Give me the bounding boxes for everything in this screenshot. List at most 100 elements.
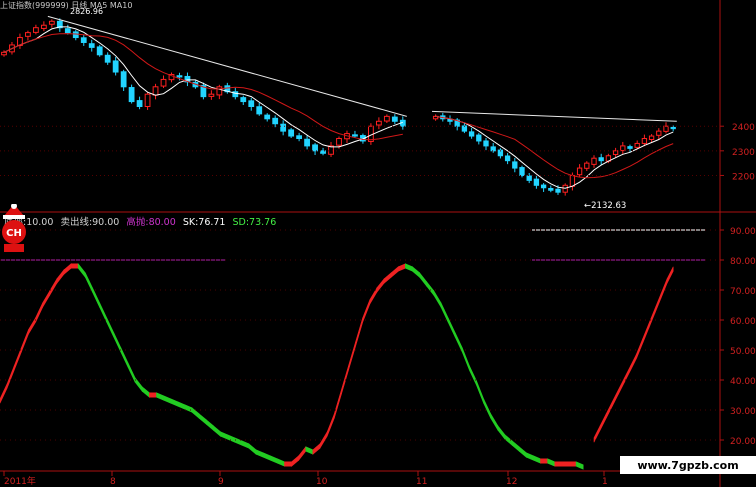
sk-falling-segment [241,440,250,449]
sk-falling-segment [99,302,107,323]
sk-rising-segment [554,461,563,467]
sk-rising-segment [13,347,22,371]
x-tick-label: 8 [110,477,116,487]
sk-falling-segment [106,317,115,338]
ind-tick-label: 60.00 [730,317,756,327]
ind-tick-label: 40.00 [730,377,756,387]
sk-rising-segment [319,430,328,450]
sk-rising-segment [56,268,65,285]
candle-body [663,125,669,132]
sk-falling-segment [497,424,506,441]
candle-body [272,117,279,125]
price-tick-label: 2200 [732,172,755,182]
sk-rising-segment [6,365,15,389]
sk-falling-segment [255,449,264,458]
ind-tick-label: 20.00 [730,437,756,447]
chart-canvas: 2826.96←2132.63 2400 2300 2200 90.00 80.00 70… [0,0,756,487]
legend-high-sell: 高抛:80.00 [126,217,176,228]
sk-rising-segment [618,377,625,395]
candle-body [656,130,662,136]
chart-window: 2826.96 ←2132.63 2400 2300 2200 90.00 80.00 70… [0,0,756,487]
candle-body [612,150,619,156]
sk-rising-segment [284,461,292,467]
sk-rising-segment [362,299,371,323]
sk-falling-segment [469,365,477,386]
sk-falling-segment [476,380,484,404]
ind-tick-label: 50.00 [730,347,756,357]
candle-body [25,32,31,37]
candle-body [648,135,655,140]
sk-falling-segment [533,455,541,464]
sk-falling-segment [248,443,257,455]
indicator-legend: 底部:10.00 卖出线:90.00 高抛:80.00 SK:76.71 SD:… [4,214,280,228]
sk-rising-segment [660,278,668,299]
candle-body [576,167,583,176]
candle-body [240,97,247,103]
candle-body [96,46,103,56]
sk-falling-segment [511,440,520,452]
candle-body [641,138,648,144]
legend-sd: SD:73.76 [232,217,277,228]
candle-body [40,24,47,29]
sk-falling-segment [412,266,420,278]
sk-rising-segment [42,289,51,309]
candle-body [256,106,263,115]
candle-body [383,115,390,122]
x-tick-label: 11 [416,477,427,487]
sk-rising-segment [63,263,72,275]
candle-body [533,178,540,186]
price-tick-label: 2400 [732,123,755,133]
sk-falling-segment [277,458,285,467]
legend-sk: SK:76.71 [182,217,226,228]
sk-rising-segment [648,308,656,329]
candle-body [80,37,87,43]
candle-body [555,188,561,193]
sk-falling-segment [220,431,228,440]
candle-body [540,184,547,189]
candle-body [208,93,215,97]
sk-falling-segment [234,437,243,446]
sk-falling-segment [270,455,278,464]
axes: 2400 2300 2200 90.00 80.00 70.00 60.00 50.00 40.… [0,0,756,487]
x-tick-label: 12 [506,477,517,487]
x-tick-label: 2011年 [4,475,36,487]
sk-falling-segment [305,446,314,455]
candle-body [627,146,633,149]
sk-rising-segment [298,445,307,462]
sk-falling-segment [213,425,221,437]
candle-body [591,157,597,165]
candle-body [336,138,342,146]
sk-falling-segment [227,434,235,443]
candle-body [391,116,398,122]
sk-rising-segment [593,425,601,443]
sk-falling-segment [575,461,584,470]
candle-body [216,86,223,96]
sk-rising-segment [312,443,321,455]
price-panel: 2826.96←2132.63 [1,7,677,211]
candle-body [468,131,475,137]
sk-rising-segment [398,263,406,272]
sk-rising-segment [642,323,650,344]
moving-average-line [3,33,403,141]
candle-body [128,87,135,103]
sk-rising-segment [383,272,392,284]
candle-body [526,175,532,181]
candle-body [64,28,71,34]
candle-body [296,135,303,140]
candle-body [88,43,95,48]
sk-falling-segment [504,434,513,446]
candle-body [620,145,626,152]
sk-falling-segment [198,413,207,425]
sk-falling-segment [170,398,179,407]
candle-body [144,93,151,107]
sk-falling-segment [526,452,534,461]
sk-rising-segment [21,329,29,353]
sk-rising-segment [390,266,399,278]
sk-rising-segment [334,389,342,419]
x-tick-label: 10 [316,477,328,487]
sk-rising-segment [49,277,58,297]
trendline [47,15,407,117]
candle-body [490,146,496,152]
sk-rising-segment [326,413,335,437]
sk-falling-segment [462,347,470,371]
